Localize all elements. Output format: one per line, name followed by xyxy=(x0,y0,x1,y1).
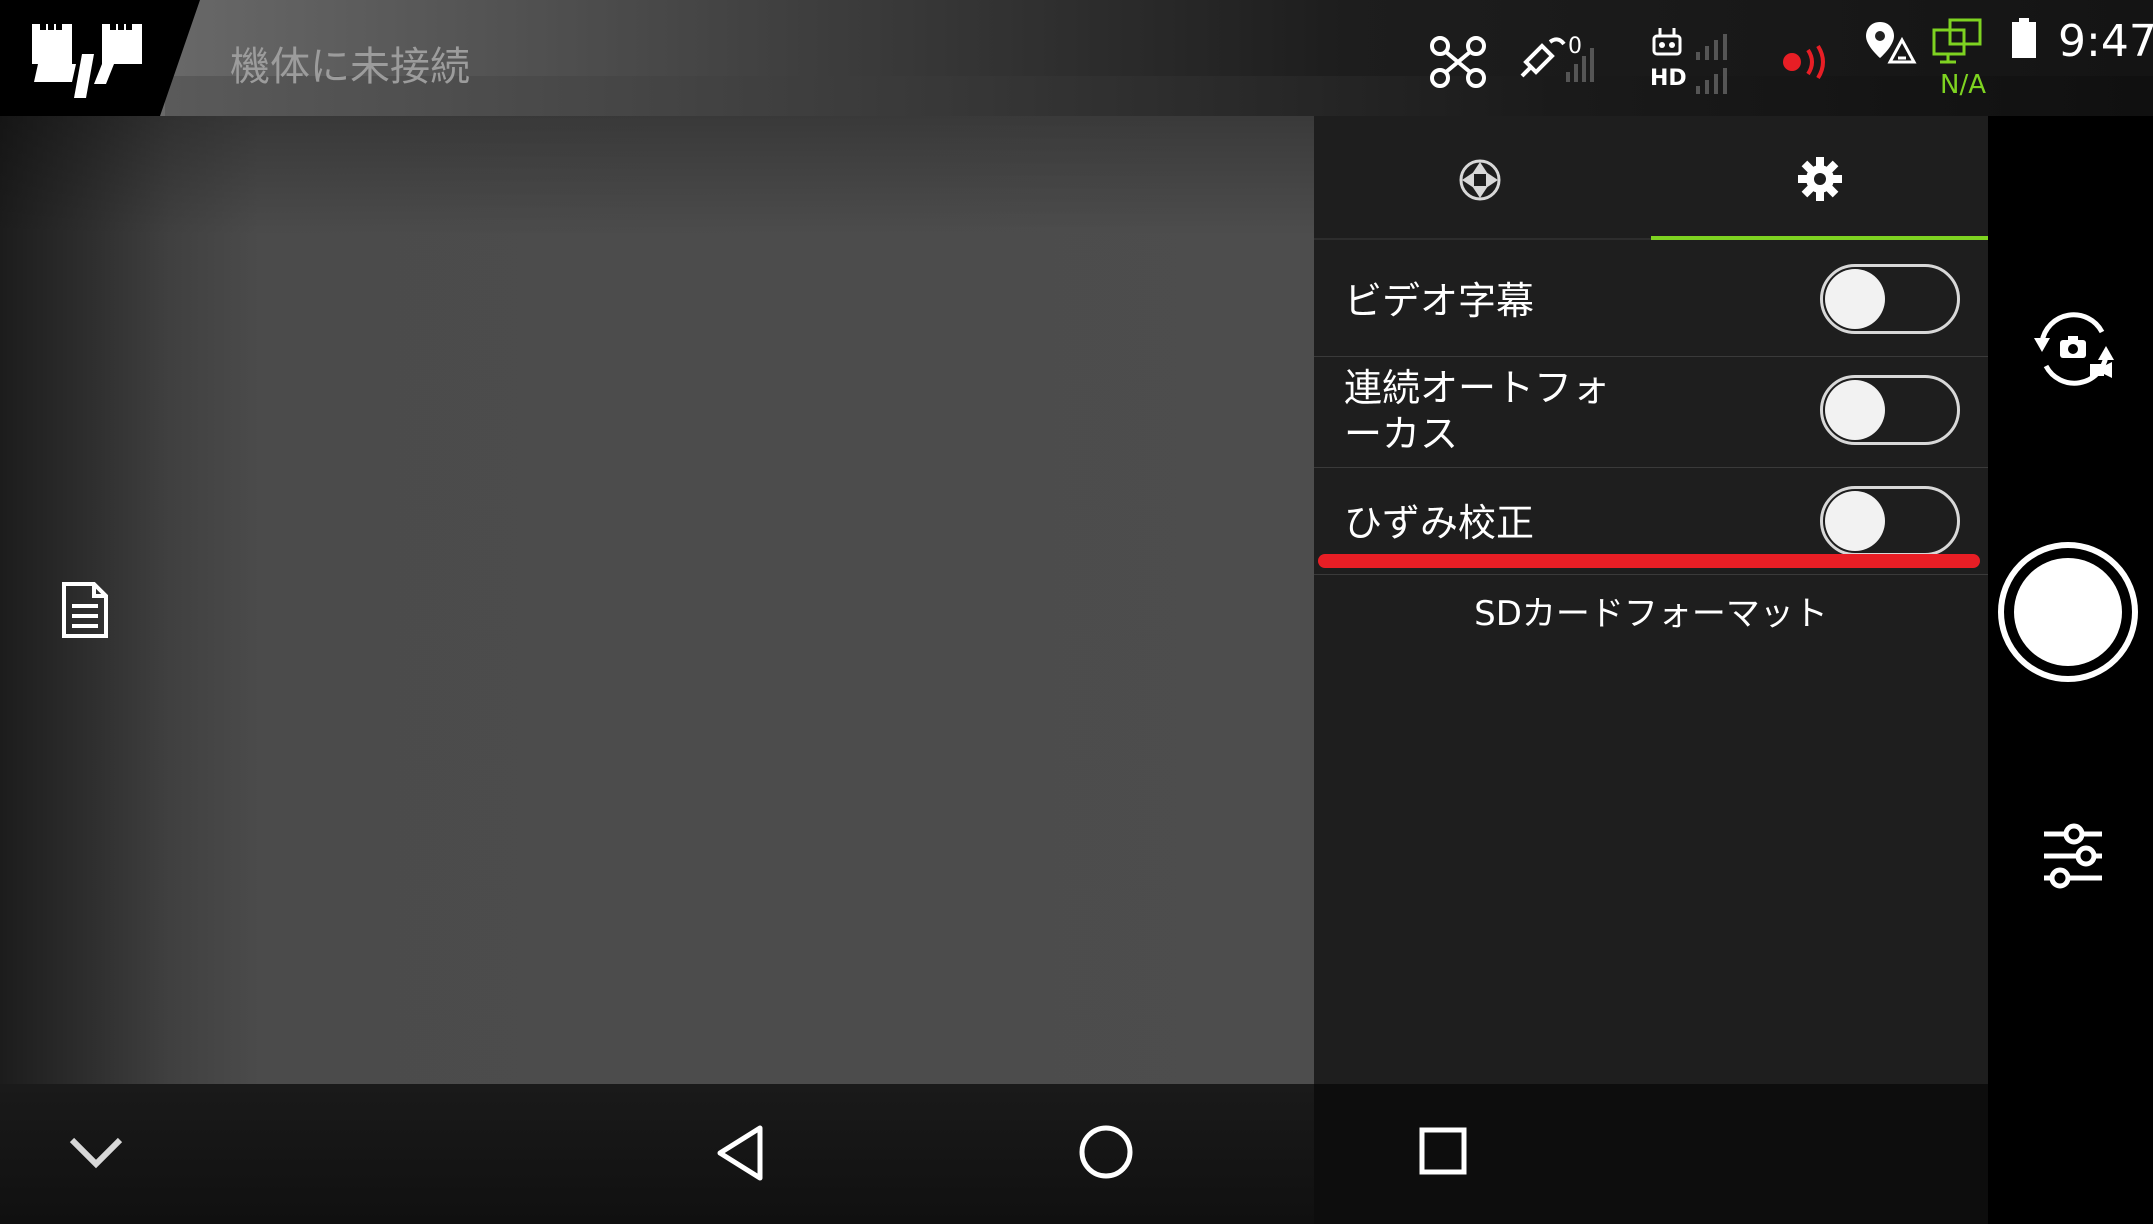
screen: 機体に未接続 0 HD N/A 9:47 ビデオ字幕 連続オートフォ ーカス ひ… xyxy=(0,0,2153,1224)
distortion-correction-toggle[interactable] xyxy=(1820,486,1960,556)
toggle-knob xyxy=(1825,269,1885,329)
setting-row-continuous-af: 連続オートフォ ーカス xyxy=(1314,357,1988,468)
recents-icon[interactable] xyxy=(1418,1126,1468,1176)
setting-row-video-caption: ビデオ字幕 xyxy=(1314,246,1988,357)
na-label: N/A xyxy=(1940,70,1986,100)
battery-icon xyxy=(2012,18,2036,58)
setting-label-continuous-af: 連続オートフォ ーカス xyxy=(1344,365,1610,457)
map-pin-icon[interactable] xyxy=(1862,18,1922,82)
aircraft-icon[interactable] xyxy=(1428,34,1488,90)
settings-tab[interactable] xyxy=(1651,116,1988,240)
gear-icon xyxy=(1798,157,1842,201)
satellite-icon[interactable] xyxy=(1518,32,1598,84)
toggle-knob xyxy=(1825,380,1885,440)
video-signal-icon xyxy=(1696,68,1727,94)
camera-view[interactable] xyxy=(0,116,1314,1084)
video-link-label: HD xyxy=(1650,66,1687,91)
shutter-button-inner xyxy=(2014,558,2122,666)
back-icon[interactable] xyxy=(712,1124,768,1182)
setting-label-distortion-correction: ひずみ校正 xyxy=(1344,501,1535,545)
camera-view-shade xyxy=(0,116,1314,236)
setting-label-continuous-af-line1: 連続オートフォ xyxy=(1344,366,1611,410)
document-icon[interactable] xyxy=(58,580,112,640)
setting-label-video-caption: ビデオ字幕 xyxy=(1344,279,1535,323)
connection-status: 機体に未接続 xyxy=(230,44,470,90)
screen-cast-icon[interactable] xyxy=(1932,16,1988,64)
record-signal-icon[interactable] xyxy=(1780,42,1836,82)
dji-logo-icon xyxy=(32,20,142,98)
continuous-af-toggle[interactable] xyxy=(1820,375,1960,445)
gps-count: 0 xyxy=(1568,34,1582,59)
navigation-bar-panel xyxy=(1314,1084,1988,1224)
shutter-button[interactable] xyxy=(1998,542,2138,682)
highlight-underline xyxy=(1318,554,1980,568)
setting-label-continuous-af-line2: ーカス xyxy=(1344,412,1459,456)
chevron-down-icon[interactable] xyxy=(66,1132,126,1176)
camera-tab[interactable] xyxy=(1314,116,1651,240)
camera-settings-panel: ビデオ字幕 連続オートフォ ーカス ひずみ校正 SDカードフォーマット xyxy=(1314,116,1988,1084)
remote-controller-icon[interactable] xyxy=(1652,28,1682,56)
aperture-icon xyxy=(1459,159,1501,201)
tab-divider xyxy=(1314,238,1651,240)
camera-switch-icon[interactable] xyxy=(2030,310,2118,386)
adjust-sliders-icon[interactable] xyxy=(2040,822,2106,890)
clock-time: 9:47 xyxy=(2058,16,2153,67)
toggle-knob xyxy=(1825,491,1885,551)
home-icon[interactable] xyxy=(1078,1124,1134,1180)
video-caption-toggle[interactable] xyxy=(1820,264,1960,334)
sd-card-format-button[interactable]: SDカードフォーマット xyxy=(1314,574,1988,654)
rc-signal-icon xyxy=(1696,34,1727,60)
